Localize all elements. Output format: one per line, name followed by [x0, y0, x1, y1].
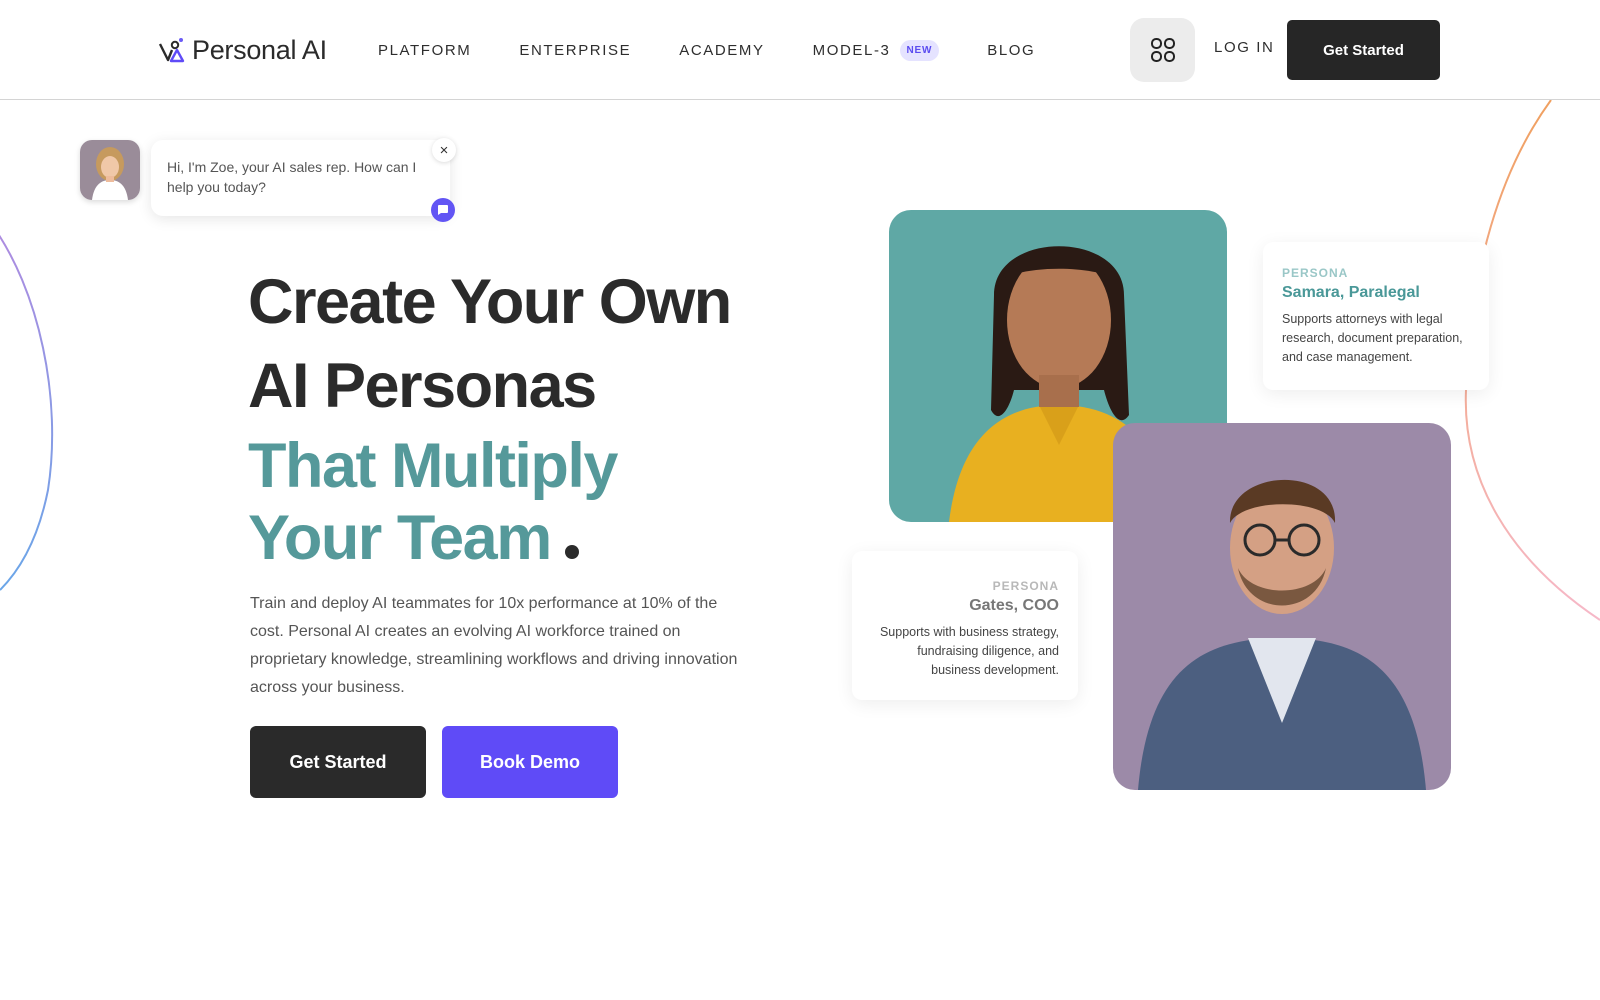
main-nav: PLATFORM ENTERPRISE ACADEMY MODEL-3 NEW …	[378, 38, 1083, 62]
apps-grid-icon	[1150, 38, 1175, 62]
logo-icon	[158, 38, 185, 63]
persona-label: PERSONA	[1282, 266, 1349, 280]
nav-item-platform[interactable]: PLATFORM	[378, 38, 471, 62]
hero-accent-line-1: That Multiply	[248, 431, 618, 501]
nav-item-blog[interactable]: BLOG	[987, 38, 1035, 62]
close-icon: ×	[439, 141, 449, 159]
book-demo-button[interactable]: Book Demo	[442, 726, 618, 798]
hero-title-line-1: Create Your Own	[248, 267, 732, 337]
gates-portrait	[1113, 423, 1451, 790]
hero-title: Create Your Own AI Personas	[248, 260, 732, 428]
nav-item-academy[interactable]: ACADEMY	[679, 38, 764, 62]
hero-accent-line-2: Your Team	[248, 502, 617, 574]
persona-card-samara[interactable]: PERSONA Samara, Paralegal Supports attor…	[1263, 242, 1489, 390]
nav-item-model-3[interactable]: MODEL-3 NEW	[813, 38, 940, 62]
chat-message: Hi, I'm Zoe, your AI sales rep. How can …	[167, 159, 417, 195]
hero-accent-line-2-text: Your Team	[248, 503, 552, 573]
brand-logo[interactable]: Personal AI	[158, 34, 327, 66]
header-get-started-button[interactable]: Get Started	[1287, 20, 1440, 80]
get-started-button[interactable]: Get Started	[250, 726, 426, 798]
nav-item-enterprise[interactable]: ENTERPRISE	[519, 38, 631, 62]
period-dot	[564, 545, 579, 559]
login-link[interactable]: LOG IN	[1214, 39, 1274, 56]
apps-grid-button[interactable]	[1130, 18, 1195, 82]
zoe-portrait	[80, 140, 140, 200]
chat-icon	[438, 205, 448, 215]
logo-text: Personal AI	[192, 34, 327, 65]
nav-item-label: MODEL-3	[812, 41, 891, 59]
persona-name: Samara, Paralegal	[1282, 284, 1420, 301]
zoe-avatar[interactable]	[80, 140, 140, 200]
site-header: Personal AI PLATFORM ENTERPRISE ACADEMY …	[0, 0, 1600, 100]
chat-open-button[interactable]	[431, 198, 455, 222]
hero-accent-title: That Multiply Your Team	[248, 430, 618, 574]
hero-title-line-2: AI Personas	[248, 351, 597, 421]
chat-greeting-bubble[interactable]: Hi, I'm Zoe, your AI sales rep. How can …	[151, 140, 450, 216]
new-badge: NEW	[899, 39, 940, 61]
gates-photo	[1113, 423, 1451, 790]
chat-close-button[interactable]: ×	[432, 138, 456, 162]
hero-description: Train and deploy AI teammates for 10x pe…	[250, 595, 738, 696]
persona-description: Supports with business strategy, fundrai…	[879, 625, 1059, 677]
persona-label: PERSONA	[992, 579, 1059, 593]
persona-card-gates[interactable]: PERSONA Gates, COO Supports with busines…	[852, 551, 1078, 700]
persona-description: Supports attorneys with legal research, …	[1282, 312, 1463, 364]
persona-name: Gates, COO	[969, 597, 1059, 614]
